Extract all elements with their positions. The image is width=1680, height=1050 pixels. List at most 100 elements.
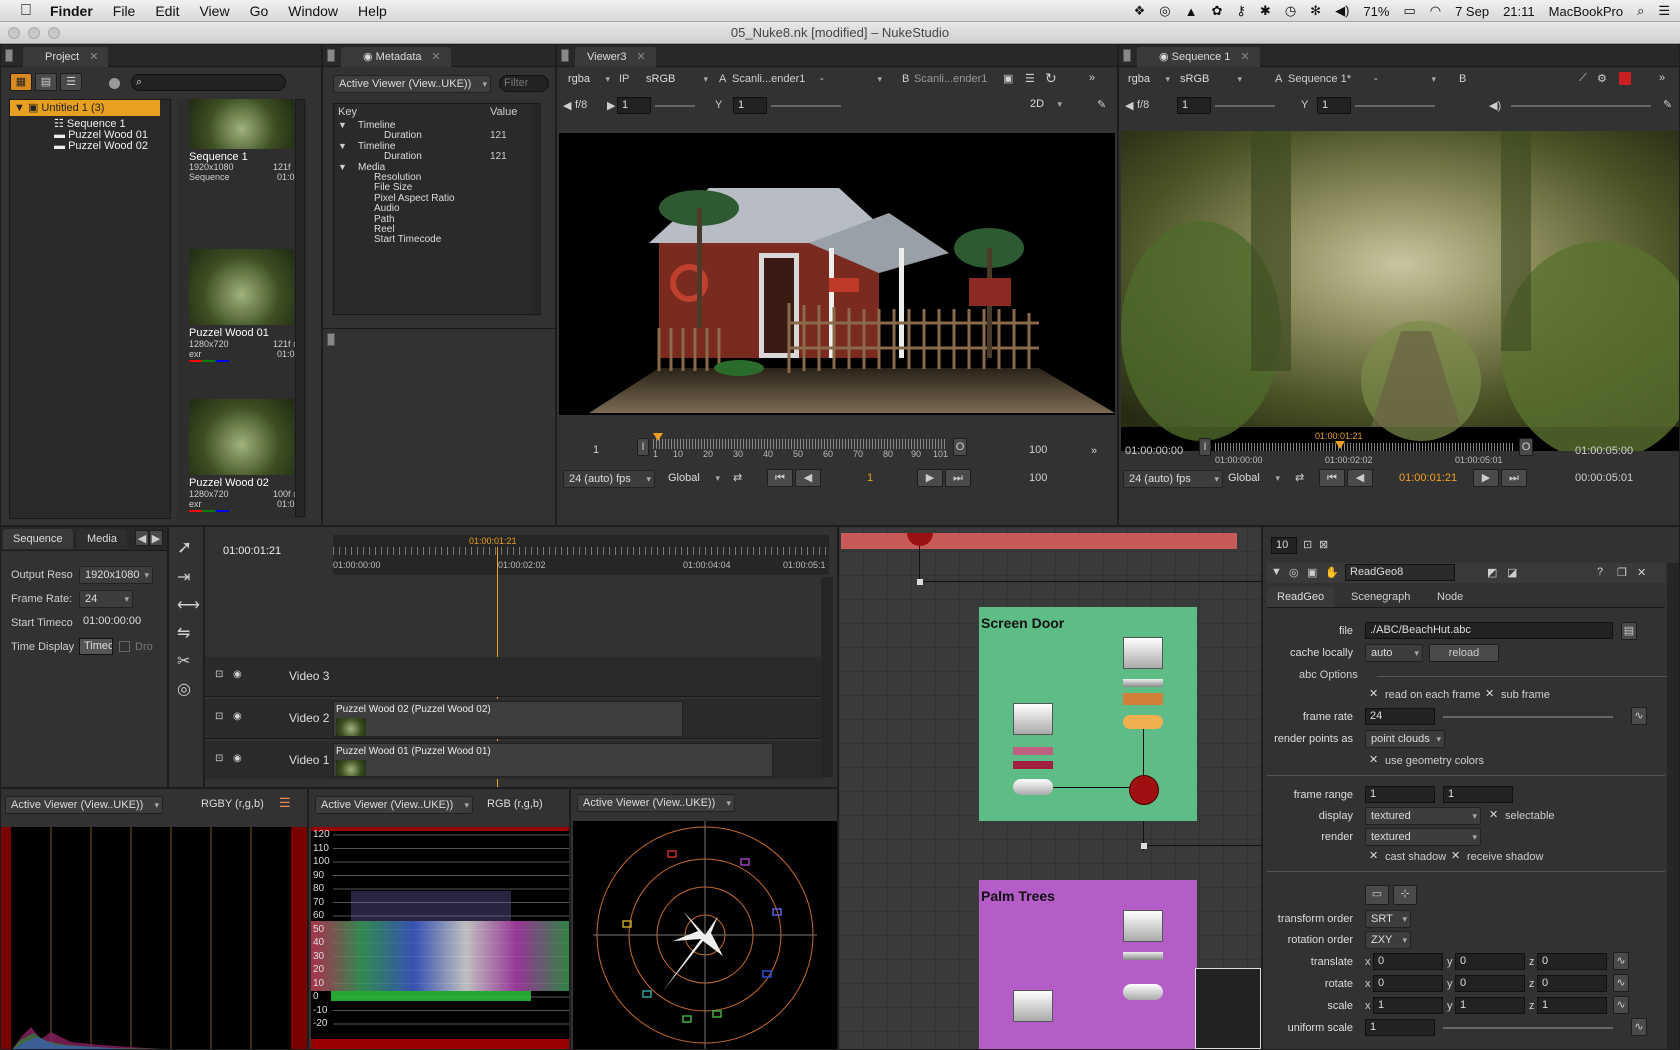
center-node-icon[interactable]: ◎ — [1289, 566, 1299, 579]
material-node[interactable] — [1123, 693, 1163, 705]
folder-button[interactable]: ▭ — [1365, 885, 1389, 905]
timeline-clip[interactable]: Puzzel Wood 01 (Puzzel Wood 01) — [333, 743, 773, 777]
histogram-options-icon[interactable]: ☰ — [279, 795, 291, 811]
lock-icon[interactable]: ⊡ — [215, 711, 223, 722]
thumbnail-view-button[interactable]: ▦ — [10, 73, 32, 91]
tab-metadata[interactable]: ◉ Metadata ✕ — [341, 47, 451, 67]
bin-scrollbar[interactable] — [295, 99, 305, 517]
uniform-scale-input[interactable]: 1 — [1365, 1019, 1435, 1036]
uniform-scale-slider[interactable] — [1443, 1027, 1613, 1029]
color-icon[interactable]: ◩ — [1487, 566, 1497, 579]
read-node[interactable] — [1013, 703, 1053, 735]
current-timecode[interactable]: 01:00:01:21 — [1399, 472, 1457, 484]
help-icon[interactable]: ? — [1597, 566, 1603, 578]
bin-thumbnail[interactable] — [189, 249, 294, 325]
selectable-checkbox[interactable]: ✕ — [1489, 810, 1500, 821]
time-label[interactable]: 21:11 — [1503, 4, 1535, 19]
skip-end-button[interactable]: ⏭ — [1501, 469, 1527, 487]
close-all-panels-icon[interactable]: ⊠ — [1319, 538, 1328, 551]
metadata-row[interactable]: Duration 121 — [334, 130, 530, 141]
menu-go[interactable]: Go — [250, 3, 269, 19]
frame-timeline[interactable]: 1 10 20 30 40 50 60 70 80 90 101 — [653, 433, 948, 461]
input-b-value[interactable]: Scanli...ender1 — [914, 73, 987, 85]
input-a-value[interactable]: Sequence 1* — [1288, 73, 1351, 85]
color2-icon[interactable]: ◪ — [1507, 566, 1517, 579]
frame-range-start[interactable]: 1 — [1365, 786, 1435, 803]
spotlight-icon[interactable]: ⌕ — [1637, 3, 1644, 19]
rotate-x-input[interactable]: 0 — [1373, 975, 1443, 992]
file-browse-button[interactable]: ▤ — [1621, 622, 1637, 640]
scene-node[interactable] — [1013, 779, 1053, 795]
volume-icon[interactable]: ◀) — [1335, 3, 1349, 19]
view-mode-dropdown[interactable]: 2D — [1025, 96, 1065, 114]
bin-thumbnail[interactable] — [189, 399, 294, 475]
battery-icon[interactable]: ▭ — [1403, 3, 1415, 19]
sequence-timeline[interactable]: 01:00:01:21 01:00:00:00 01:00:02:02 01:0… — [1215, 431, 1515, 467]
select-tool-icon[interactable]: ➚ — [177, 537, 192, 558]
transform-order-dropdown[interactable]: SRT — [1365, 910, 1411, 928]
rotate-y-input[interactable]: 0 — [1455, 975, 1525, 992]
play-forward-button[interactable]: ▶ — [917, 469, 943, 487]
metadata-viewer-dropdown[interactable]: Active Viewer (View..UKE)) — [333, 75, 491, 93]
camera-icon[interactable]: ▣ — [1307, 566, 1317, 579]
close-icon[interactable]: ✕ — [1240, 51, 1249, 63]
gain-next-icon[interactable]: ▶ — [607, 99, 615, 112]
track-video3[interactable]: ⊡ ◉ Video 3 — [205, 657, 825, 697]
metadata-row[interactable]: Resolution — [334, 172, 530, 183]
zoom-window-button[interactable] — [48, 27, 60, 39]
gain-slider[interactable] — [1215, 105, 1275, 107]
gain-prev-icon[interactable]: ◀ — [1125, 99, 1133, 112]
audio-icon[interactable]: ◀) — [1489, 99, 1501, 112]
float-icon[interactable]: ❐ — [1617, 566, 1627, 579]
tab-sequence[interactable]: Sequence — [3, 529, 73, 549]
menu-app-name[interactable]: Finder — [50, 3, 93, 19]
tab-scenegraph[interactable]: Scenegraph — [1351, 591, 1410, 603]
bin-thumbnail[interactable] — [189, 99, 294, 149]
node-dot[interactable] — [917, 579, 923, 585]
loop-icon[interactable]: ⇄ — [1295, 471, 1304, 484]
properties-max-count[interactable]: 10 — [1271, 537, 1297, 554]
frame-rate-slider[interactable] — [1443, 716, 1613, 718]
eye-icon[interactable]: ◉ — [233, 711, 242, 722]
project-root-item[interactable]: ▼ ▣ Untitled 1 (3) — [10, 100, 160, 116]
properties-scrollbar[interactable] — [1667, 563, 1679, 1049]
tool-icon[interactable]: ✋ — [1325, 566, 1339, 579]
tab-media[interactable]: Media — [77, 529, 127, 549]
menu-help[interactable]: Help — [358, 3, 387, 19]
gamma-slider[interactable] — [771, 105, 841, 107]
metadata-row[interactable]: Reel — [334, 224, 530, 235]
out-point-button[interactable]: O — [953, 438, 967, 456]
key-icon[interactable]: ⚷ — [1236, 3, 1246, 19]
node-name-input[interactable]: ReadGeo8 — [1345, 564, 1455, 581]
channels-dropdown[interactable]: rgba — [563, 71, 613, 89]
drop-frame-checkbox[interactable] — [119, 641, 130, 652]
panel-grip-icon[interactable] — [1123, 49, 1131, 62]
skip-end-button[interactable]: ⏭ — [945, 469, 971, 487]
cache-locally-dropdown[interactable]: auto — [1365, 644, 1423, 662]
lock-icon[interactable]: ⊡ — [215, 669, 223, 680]
histogram-mode-dropdown[interactable]: RGBY (r,g,b) — [201, 798, 264, 810]
roi-icon[interactable]: ▣ — [1003, 72, 1013, 85]
skip-start-button[interactable]: ⏮ — [1319, 469, 1345, 487]
rotate-z-input[interactable]: 0 — [1537, 975, 1607, 992]
read-node[interactable] — [1123, 910, 1163, 942]
scale-x-input[interactable]: 1 — [1373, 997, 1443, 1014]
ip-button[interactable]: IP — [619, 73, 629, 85]
node-graph-panel[interactable]: Screen Door Palm Trees — [838, 526, 1262, 1050]
metadata-row[interactable]: Pixel Aspect Ratio — [334, 193, 530, 204]
panel-grip-icon[interactable] — [5, 49, 13, 62]
play-backward-button[interactable]: ◀ — [795, 469, 821, 487]
list-view-button[interactable]: ☰ — [60, 73, 82, 91]
end-frame-value[interactable]: 100 — [1029, 472, 1047, 484]
wifi-icon[interactable]: ◠ — [1430, 3, 1441, 19]
metadata-row[interactable]: ▼ Timeline — [334, 120, 530, 131]
tab-sequence1[interactable]: ◉ Sequence 1 ✕ — [1137, 47, 1260, 67]
sub-frame-checkbox[interactable]: ✕ — [1485, 689, 1496, 700]
slip-tool-icon[interactable]: ⟷ — [177, 595, 200, 615]
panel-grip-icon[interactable] — [561, 49, 569, 62]
backdrop-palm-trees[interactable]: Palm Trees — [979, 880, 1197, 1049]
merge-node[interactable] — [1129, 775, 1159, 805]
channels-dropdown[interactable]: rgba — [1123, 71, 1173, 89]
skip-start-button[interactable]: ⏮ — [767, 469, 793, 487]
loop-icon[interactable]: ⇄ — [733, 471, 742, 484]
